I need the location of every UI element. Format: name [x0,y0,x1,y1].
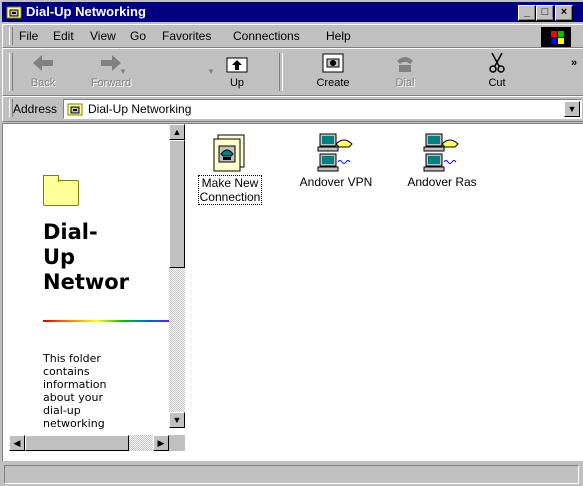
dialup-connection-icon [423,133,459,172]
info-text-line: information [43,378,107,391]
menu-go[interactable]: Go [130,29,146,43]
minimize-button[interactable]: _ [518,5,536,21]
make-new-connection-item[interactable]: Make New Connection [185,132,275,205]
status-bar [2,463,583,485]
andover-ras-item[interactable]: Andover Ras [397,132,487,189]
info-title-line: Dial- [43,220,98,244]
create-label: Create [316,77,350,89]
windows-logo-icon [541,27,571,47]
caption-line: Connection [199,190,261,204]
menu-help[interactable]: Help [326,29,351,43]
webview-info-pane: Dial- Up Networ This folder contains inf… [9,128,177,431]
dial-up-folder-icon [6,6,22,19]
dial-label: Dial [395,77,415,89]
item-caption: Make New Connection [197,175,263,205]
toolbar-grip[interactable] [9,53,13,91]
rainbow-divider [43,320,177,322]
scroll-corner [169,435,185,451]
maximize-button[interactable]: □ [536,5,554,21]
scroll-thumb[interactable] [169,140,185,268]
forward-arrow-icon [101,55,121,71]
make-new-connection-icon [213,134,245,172]
info-text-line: about your [43,391,103,404]
forward-button[interactable]: Forward [83,49,139,93]
address-dropdown-button[interactable]: ▼ [564,101,580,117]
forward-label: Forward [90,77,132,89]
toolbar: Back ▼ Forward ▼ Up Create Dial Cut » [2,48,583,96]
scroll-left-button[interactable]: ◀ [9,435,25,451]
toolbar-more-chevron[interactable]: » [571,57,577,69]
info-title-line: Up [43,245,76,269]
cut-label: Cut [488,77,506,89]
menu-grip[interactable] [9,27,13,45]
menu-bar: File Edit View Go Favorites Connections … [2,24,583,48]
close-button[interactable]: × [555,5,573,21]
title-bar[interactable]: Dial-Up Networking _ □ × [2,2,583,22]
address-field[interactable]: Dial-Up Networking ▼ [63,99,582,119]
info-text-line: networking [43,417,105,430]
scissors-icon [489,52,505,73]
folder-icon [43,175,79,206]
up-folder-icon [226,57,248,73]
address-label: Address [13,102,58,116]
explorer-window: Dial-Up Networking _ □ × File Edit View … [0,0,583,486]
address-bar: Address Dial-Up Networking ▼ [2,96,583,122]
item-caption: Andover Ras [407,175,477,189]
menu-file[interactable]: File [19,29,38,43]
up-label: Up [229,77,245,89]
address-value: Dial-Up Networking [88,102,192,116]
back-label: Back [30,77,56,89]
dial-phone-icon [397,57,413,72]
menu-edit[interactable]: Edit [53,29,74,43]
cut-button[interactable]: Cut [469,49,525,93]
item-caption: Andover VPN [299,175,373,189]
andover-vpn-item[interactable]: Andover VPN [291,132,381,189]
scroll-up-button[interactable]: ▲ [169,124,185,140]
menu-view[interactable]: View [90,29,116,43]
up-button[interactable]: Up [209,49,265,93]
back-arrow-icon [33,55,53,71]
scroll-right-button[interactable]: ▶ [153,435,169,451]
info-text-line: This folder [43,352,101,365]
info-text-line: dial-up [43,404,81,417]
info-pane-title: Dial- Up Networ [43,220,177,295]
info-text-line: contains [43,365,90,378]
create-connection-icon [322,53,344,73]
info-pane-vertical-scrollbar[interactable]: ▲ ▼ [169,124,185,428]
folder-view: Dial- Up Networ This folder contains inf… [2,123,583,461]
info-title-line: Networ [43,270,130,294]
scroll-thumb[interactable] [25,435,129,451]
create-button[interactable]: Create [305,49,361,93]
info-pane-description: This folder contains information about y… [43,352,153,430]
caption-line: Make New [201,176,259,190]
back-button[interactable]: Back [15,49,71,93]
dial-button[interactable]: Dial [377,49,433,93]
info-pane-horizontal-scrollbar[interactable]: ◀ ▶ [9,435,169,451]
scroll-down-button[interactable]: ▼ [169,412,185,428]
dialup-connection-icon [317,133,353,172]
status-panel [4,465,579,484]
dial-up-folder-icon [67,103,83,116]
toolbar-separator [279,53,283,91]
menu-favorites[interactable]: Favorites [162,29,211,43]
menu-connections[interactable]: Connections [233,29,300,43]
window-title: Dial-Up Networking [26,4,146,19]
